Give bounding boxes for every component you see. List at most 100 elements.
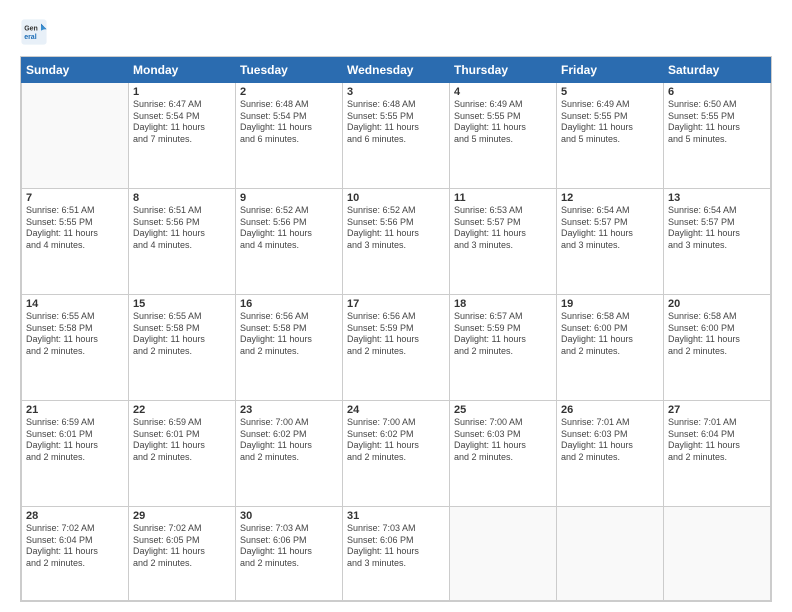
day-number: 13 bbox=[668, 192, 766, 204]
day-number: 21 bbox=[26, 404, 124, 416]
day-info: Daylight: 11 hours bbox=[240, 546, 338, 558]
logo: Gen eral bbox=[20, 18, 52, 46]
calendar-cell: 25Sunrise: 7:00 AMSunset: 6:03 PMDayligh… bbox=[450, 401, 557, 507]
day-info: Daylight: 11 hours bbox=[133, 228, 231, 240]
week-row-4: 28Sunrise: 7:02 AMSunset: 6:04 PM Dayligh… bbox=[22, 507, 771, 601]
day-info: Sunset: 6:04 PM bbox=[26, 535, 124, 547]
day-number: 16 bbox=[240, 298, 338, 310]
day-number: 15 bbox=[133, 298, 231, 310]
day-number: 1 bbox=[133, 86, 231, 98]
day-info: Daylight: 11 hours bbox=[668, 440, 766, 452]
day-info: Sunrise: 7:02 AM bbox=[26, 523, 124, 535]
calendar-cell: 16Sunrise: 6:56 AMSunset: 5:58 PMDayligh… bbox=[236, 295, 343, 401]
calendar-cell bbox=[664, 507, 771, 601]
day-info: Daylight: 11 hours bbox=[133, 334, 231, 346]
day-info: and 3 minutes. bbox=[347, 240, 445, 252]
day-info: Daylight: 11 hours bbox=[133, 440, 231, 452]
day-info: and 4 minutes. bbox=[240, 240, 338, 252]
day-info: Daylight: 11 hours bbox=[561, 228, 659, 240]
day-info: Daylight: 11 hours bbox=[26, 228, 124, 240]
day-info: Daylight: 11 hours bbox=[133, 122, 231, 134]
day-info: and 3 minutes. bbox=[561, 240, 659, 252]
day-info: Sunrise: 6:54 AM bbox=[668, 205, 766, 217]
day-info: Sunrise: 6:50 AM bbox=[668, 99, 766, 111]
day-number: 4 bbox=[454, 86, 552, 98]
day-info: Daylight: 11 hours bbox=[454, 334, 552, 346]
day-info: Sunset: 5:58 PM bbox=[240, 323, 338, 335]
day-info: Sunset: 6:02 PM bbox=[347, 429, 445, 441]
logo-icon: Gen eral bbox=[20, 18, 48, 46]
svg-text:Gen: Gen bbox=[24, 26, 38, 33]
calendar-cell: 29Sunrise: 7:02 AMSunset: 6:05 PMDayligh… bbox=[129, 507, 236, 601]
day-info: Sunset: 6:03 PM bbox=[454, 429, 552, 441]
day-info: Sunrise: 7:00 AM bbox=[240, 417, 338, 429]
day-number: 10 bbox=[347, 192, 445, 204]
day-info: Sunset: 6:03 PM bbox=[561, 429, 659, 441]
day-info: Sunset: 5:54 PM bbox=[133, 111, 231, 123]
day-info: Sunrise: 6:48 AM bbox=[347, 99, 445, 111]
day-info: and 2 minutes. bbox=[240, 558, 338, 570]
day-header-friday: Friday bbox=[557, 58, 664, 83]
day-number: 7 bbox=[26, 192, 124, 204]
day-info: Sunrise: 6:52 AM bbox=[240, 205, 338, 217]
day-info: and 3 minutes. bbox=[668, 240, 766, 252]
day-number: 23 bbox=[240, 404, 338, 416]
day-number: 30 bbox=[240, 510, 338, 522]
day-number: 11 bbox=[454, 192, 552, 204]
day-number: 5 bbox=[561, 86, 659, 98]
day-info: Sunrise: 7:00 AM bbox=[454, 417, 552, 429]
calendar-cell: 19Sunrise: 6:58 AMSunset: 6:00 PMDayligh… bbox=[557, 295, 664, 401]
day-number: 25 bbox=[454, 404, 552, 416]
day-info: Daylight: 11 hours bbox=[561, 122, 659, 134]
day-info: Sunrise: 6:49 AM bbox=[561, 99, 659, 111]
day-number: 27 bbox=[668, 404, 766, 416]
day-info: and 2 minutes. bbox=[454, 452, 552, 464]
day-info: Daylight: 11 hours bbox=[668, 122, 766, 134]
day-info: Daylight: 11 hours bbox=[240, 334, 338, 346]
day-info: Daylight: 11 hours bbox=[133, 546, 231, 558]
day-info: Sunset: 6:06 PM bbox=[347, 535, 445, 547]
day-info: Sunrise: 6:51 AM bbox=[26, 205, 124, 217]
day-info: Sunset: 5:55 PM bbox=[668, 111, 766, 123]
day-info: Sunset: 6:00 PM bbox=[668, 323, 766, 335]
day-info: and 6 minutes. bbox=[347, 134, 445, 146]
day-number: 20 bbox=[668, 298, 766, 310]
calendar-cell: 12Sunrise: 6:54 AMSunset: 5:57 PMDayligh… bbox=[557, 189, 664, 295]
calendar-table: SundayMondayTuesdayWednesdayThursdayFrid… bbox=[21, 57, 771, 601]
day-info: Sunset: 6:01 PM bbox=[133, 429, 231, 441]
day-header-tuesday: Tuesday bbox=[236, 58, 343, 83]
day-info: Sunset: 5:57 PM bbox=[561, 217, 659, 229]
day-info: Sunrise: 7:01 AM bbox=[668, 417, 766, 429]
calendar-header: SundayMondayTuesdayWednesdayThursdayFrid… bbox=[22, 58, 771, 83]
day-number: 2 bbox=[240, 86, 338, 98]
day-number: 28 bbox=[26, 510, 124, 522]
day-info: Daylight: 11 hours bbox=[454, 440, 552, 452]
day-info: Daylight: 11 hours bbox=[240, 228, 338, 240]
day-info: and 2 minutes. bbox=[26, 558, 124, 570]
calendar-cell bbox=[557, 507, 664, 601]
calendar: SundayMondayTuesdayWednesdayThursdayFrid… bbox=[20, 56, 772, 602]
calendar-cell: 22Sunrise: 6:59 AMSunset: 6:01 PMDayligh… bbox=[129, 401, 236, 507]
calendar-cell: 3Sunrise: 6:48 AMSunset: 5:55 PMDaylight… bbox=[343, 83, 450, 189]
day-info: Sunset: 5:57 PM bbox=[668, 217, 766, 229]
calendar-cell: 28Sunrise: 7:02 AMSunset: 6:04 PMDayligh… bbox=[22, 507, 129, 601]
day-info: Sunrise: 6:58 AM bbox=[561, 311, 659, 323]
calendar-cell: 23Sunrise: 7:00 AMSunset: 6:02 PMDayligh… bbox=[236, 401, 343, 507]
header: Gen eral bbox=[20, 18, 772, 46]
calendar-cell: 4Sunrise: 6:49 AMSunset: 5:55 PMDaylight… bbox=[450, 83, 557, 189]
day-info: and 7 minutes. bbox=[133, 134, 231, 146]
calendar-cell: 31Sunrise: 7:03 AMSunset: 6:06 PMDayligh… bbox=[343, 507, 450, 601]
day-info: and 2 minutes. bbox=[561, 452, 659, 464]
day-info: Daylight: 11 hours bbox=[26, 440, 124, 452]
day-info: Sunrise: 6:48 AM bbox=[240, 99, 338, 111]
day-info: and 2 minutes. bbox=[347, 346, 445, 358]
calendar-cell bbox=[450, 507, 557, 601]
day-number: 26 bbox=[561, 404, 659, 416]
day-info: and 2 minutes. bbox=[26, 346, 124, 358]
day-number: 29 bbox=[133, 510, 231, 522]
day-info: and 2 minutes. bbox=[454, 346, 552, 358]
day-info: Daylight: 11 hours bbox=[561, 440, 659, 452]
day-info: Sunset: 5:56 PM bbox=[347, 217, 445, 229]
day-info: and 5 minutes. bbox=[561, 134, 659, 146]
week-row-1: 7Sunrise: 6:51 AMSunset: 5:55 PMDaylight… bbox=[22, 189, 771, 295]
